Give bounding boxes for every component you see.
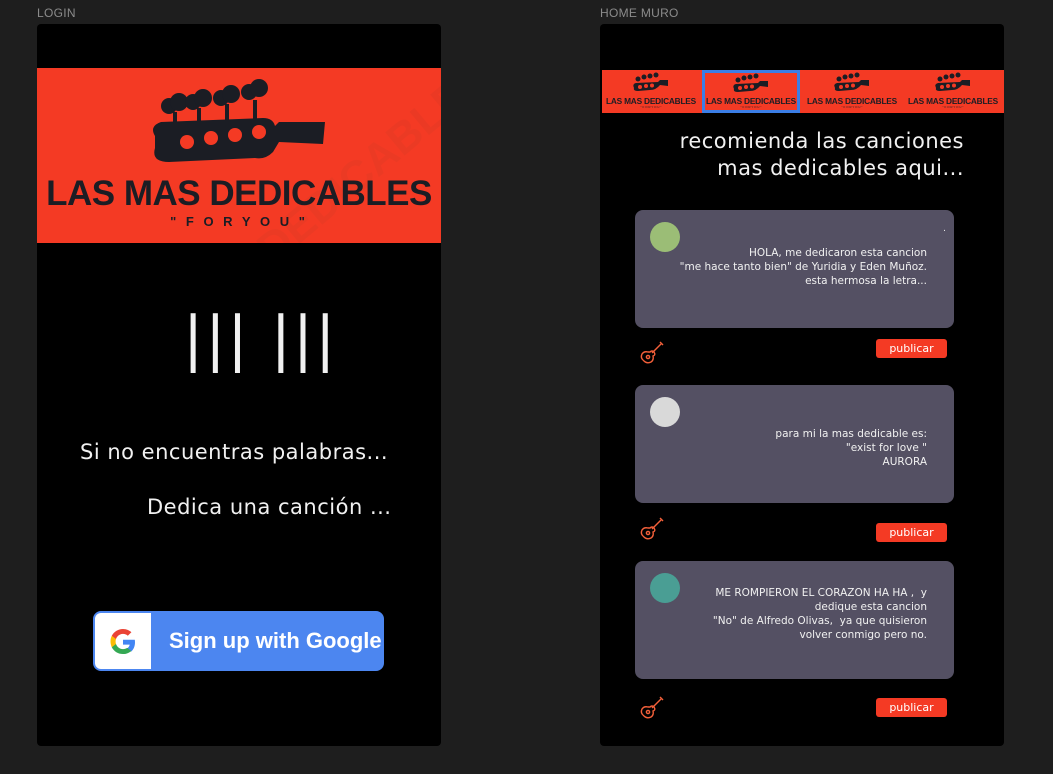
post-text: para mi la mas dedicable es: "exist for … xyxy=(775,428,927,468)
guitar-headstock-logo xyxy=(935,72,970,91)
guitar-icon[interactable] xyxy=(638,693,666,721)
post-card: para mi la mas dedicable es: "exist for … xyxy=(635,385,954,503)
headline-line-2: mas dedicables aqui... xyxy=(717,156,964,180)
post-dot: . xyxy=(943,224,946,234)
guitar-headstock-logo xyxy=(834,72,869,91)
carousel-item-1[interactable]: LAS MAS DEDICABLES " F O R Y O U " xyxy=(602,70,700,113)
guitar-headstock-logo xyxy=(733,73,768,92)
avatar xyxy=(650,397,680,427)
guitar-headstock-logo xyxy=(633,72,668,91)
carousel-item-2[interactable]: LAS MAS DEDICABLES " F O R Y O U " xyxy=(702,70,800,113)
publish-button[interactable]: publicar xyxy=(876,523,947,542)
carousel-item-3[interactable]: LAS MAS DEDICABLES " F O R Y O U " xyxy=(803,70,901,113)
brand-title: LAS MAS DEDICABLES xyxy=(46,174,432,213)
login-frame-label: LOGIN xyxy=(37,6,76,20)
login-frame: MAS DEDICABLES LOGO LAS MAS DEDICABLES "… xyxy=(37,24,441,746)
brand-carousel: LAS MAS DEDICABLES " F O R Y O U " LAS M… xyxy=(602,70,1004,113)
carousel-item-subtitle: " F O R Y O U " xyxy=(841,105,863,109)
google-logo-icon xyxy=(110,629,135,654)
publish-button[interactable]: publicar xyxy=(876,339,947,358)
post-text: ME ROMPIERON EL CORAZON HA HA , y dediqu… xyxy=(712,587,927,641)
guitar-icon[interactable] xyxy=(638,514,666,542)
post-card: . HOLA, me dedicaron esta cancion "me ha… xyxy=(635,210,954,328)
post-card: ME ROMPIERON EL CORAZON HA HA , y dediqu… xyxy=(635,561,954,679)
avatar xyxy=(650,222,680,252)
carousel-item-subtitle: " F O R Y O U " xyxy=(942,105,964,109)
carousel-item-subtitle: " F O R Y O U " xyxy=(640,105,662,109)
home-frame-label: HOME MURO xyxy=(600,6,679,20)
carousel-item-4[interactable]: LAS MAS DEDICABLES " F O R Y O U " xyxy=(904,70,1002,113)
login-tagline-1: Si no encuentras palabras... xyxy=(80,440,389,464)
headline-line-1: recomienda las canciones xyxy=(679,129,964,153)
guitar-icon[interactable] xyxy=(638,338,666,366)
google-signup-button[interactable]: Sign up with Google xyxy=(93,611,384,671)
carousel-item-subtitle: " F O R Y O U " xyxy=(740,105,762,109)
publish-button[interactable]: publicar xyxy=(876,698,947,717)
home-frame: LAS MAS DEDICABLES " F O R Y O U " LAS M… xyxy=(600,24,1004,746)
login-tagline-2: Dedica una canción ... xyxy=(147,495,392,519)
brand-subtitle: " F O R Y O U " xyxy=(170,214,308,229)
login-banner: MAS DEDICABLES LOGO LAS MAS DEDICABLES "… xyxy=(37,68,441,243)
pause-symbol: ||| ||| xyxy=(183,304,338,374)
avatar xyxy=(650,573,680,603)
google-logo-box xyxy=(95,613,151,669)
google-signup-label: Sign up with Google xyxy=(169,628,382,653)
post-text: HOLA, me dedicaron esta cancion "me hace… xyxy=(679,247,927,287)
